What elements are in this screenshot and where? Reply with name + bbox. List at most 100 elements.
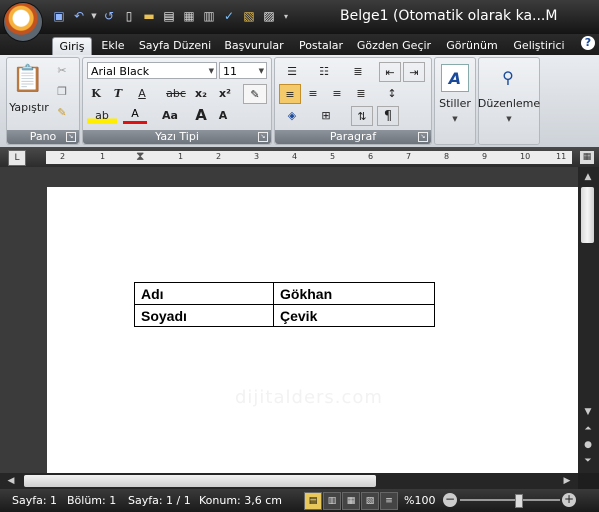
copy-icon[interactable]: ❐ (53, 82, 71, 100)
zoom-out-icon[interactable]: − (443, 493, 457, 507)
open-icon[interactable]: ▬ (140, 7, 158, 25)
styles-group[interactable]: A Stiller ▼ (434, 57, 476, 145)
increase-indent-icon[interactable]: ⇥ (403, 62, 425, 82)
font-name-combo[interactable]: Arial Black ▼ (87, 62, 217, 79)
paragraph-launcher-icon[interactable]: ↘ (418, 132, 428, 142)
new-doc-icon[interactable]: ▯ (120, 7, 138, 25)
quick-print-icon[interactable]: ▥ (200, 7, 218, 25)
horizontal-scrollbar[interactable]: ◀ ▶ (0, 473, 578, 489)
scroll-left-icon[interactable]: ◀ (4, 474, 18, 488)
window-title: Belge1 (Otomatik olarak ka...M (340, 8, 558, 24)
tab-gozden-gecir[interactable]: Gözden Geçir (355, 37, 433, 55)
subscript-button[interactable]: x₂ (191, 84, 211, 102)
sort-icon[interactable]: ⇅ (351, 106, 373, 126)
highlight-icon[interactable]: ab (87, 106, 117, 124)
font-launcher-icon[interactable]: ↘ (258, 132, 268, 142)
decrease-indent-icon[interactable]: ⇤ (379, 62, 401, 82)
tab-selector-button[interactable]: L (8, 150, 26, 166)
scroll-up-icon[interactable]: ▲ (581, 170, 595, 184)
status-section[interactable]: Bölüm: 1 (67, 494, 116, 507)
status-position[interactable]: Konum: 3,6 cm (199, 494, 282, 507)
grow-font-button[interactable]: A (191, 106, 211, 124)
status-page[interactable]: Sayfa: 1 (12, 494, 57, 507)
save-icon[interactable]: ▣ (50, 7, 68, 25)
customize-icon[interactable]: ▾ (280, 7, 292, 25)
change-case-button[interactable]: Aa (155, 106, 185, 124)
status-page-count[interactable]: Sayfa: 1 / 1 (128, 494, 191, 507)
tab-gorunum[interactable]: Görünüm (442, 37, 502, 55)
tab-basvurular[interactable]: Başvurular (222, 37, 286, 55)
align-left-icon[interactable]: ≡ (279, 84, 301, 104)
superscript-button[interactable]: x² (215, 84, 235, 102)
print-preview-icon[interactable]: ▤ (160, 7, 178, 25)
shading-icon[interactable]: ◈ (279, 106, 305, 124)
multilevel-list-icon[interactable]: ≣ (345, 62, 371, 80)
scroll-down-icon[interactable]: ▼ (581, 405, 595, 419)
web-layout-icon[interactable]: ▦ (342, 492, 360, 510)
binoculars-icon[interactable]: ⚲ (495, 64, 521, 90)
tab-ekle[interactable]: Ekle (96, 37, 130, 55)
align-right-icon[interactable]: ≡ (327, 84, 347, 102)
document-page[interactable]: Adı Gökhan Soyadı Çevik dijitalders.com (47, 187, 578, 473)
styles-icon[interactable]: A (441, 64, 469, 92)
view-ruler-icon[interactable]: ▦ (580, 151, 594, 164)
editing-group[interactable]: ⚲ Düzenleme ▼ (478, 57, 540, 145)
office-button[interactable] (4, 3, 42, 41)
strikethrough-button[interactable]: abc (165, 84, 187, 102)
tab-gelistirici[interactable]: Geliştirici (511, 37, 567, 55)
horizontal-ruler[interactable]: 2 1 ⧗ 1 2 3 4 5 6 7 8 9 10 11 (46, 149, 572, 164)
table-cell[interactable]: Gökhan (273, 282, 435, 305)
clipboard-launcher-icon[interactable]: ↘ (66, 132, 76, 142)
undo-dropdown-icon[interactable]: ▼ (90, 7, 98, 25)
show-formatting-button[interactable]: ¶ (377, 106, 399, 126)
bullets-icon[interactable]: ☰ (279, 62, 305, 80)
paste-qat-icon[interactable]: ▧ (240, 7, 258, 25)
previous-page-icon[interactable]: ⏶ (581, 422, 595, 436)
zoom-in-icon[interactable]: + (562, 493, 576, 507)
italic-button[interactable]: T (109, 84, 127, 102)
format-icon[interactable]: ▨ (260, 7, 278, 25)
undo-icon[interactable]: ↶ (70, 7, 88, 25)
align-center-icon[interactable]: ≡ (303, 84, 323, 102)
draft-view-icon[interactable]: ≡ (380, 492, 398, 510)
zoom-level[interactable]: %100 (404, 494, 435, 507)
zoom-slider-track[interactable] (460, 494, 560, 508)
paste-button-label[interactable]: Yapıştır (9, 98, 49, 116)
table-cell[interactable]: Adı (134, 282, 274, 305)
spelling-icon[interactable]: ✓ (220, 7, 238, 25)
horizontal-scroll-thumb[interactable] (24, 475, 376, 487)
tab-sayfa-duzeni[interactable]: Sayfa Düzeni (138, 37, 212, 55)
font-size-combo[interactable]: 11 ▼ (219, 62, 267, 79)
borders-icon[interactable]: ⊞ (311, 106, 341, 124)
table-cell[interactable]: Çevik (273, 304, 435, 327)
full-screen-reading-icon[interactable]: ▥ (323, 492, 341, 510)
underline-button[interactable]: A (131, 84, 153, 102)
scroll-right-icon[interactable]: ▶ (560, 474, 574, 488)
bold-button[interactable]: K (87, 84, 105, 102)
outline-view-icon[interactable]: ▧ (361, 492, 379, 510)
indent-marker-icon[interactable]: ⧗ (136, 149, 144, 164)
numbering-icon[interactable]: ☷ (311, 62, 337, 80)
table-cell[interactable]: Soyadı (134, 304, 274, 327)
font-color-icon[interactable]: A (123, 106, 147, 124)
shrink-font-button[interactable]: A (213, 106, 233, 124)
document-table: Adı Gökhan Soyadı Çevik (134, 282, 435, 327)
cut-icon[interactable]: ✂ (53, 61, 71, 79)
format-painter-icon[interactable]: ✎ (53, 103, 71, 121)
next-page-icon[interactable]: ⏷ (581, 454, 595, 468)
tab-giris[interactable]: Giriş (52, 37, 92, 56)
justify-icon[interactable]: ≣ (351, 84, 371, 102)
ruler-number: 5 (330, 152, 336, 161)
print-icon[interactable]: ▦ (180, 7, 198, 25)
vertical-scrollbar[interactable]: ▲ ▼ ⏶ ● ⏷ (578, 167, 599, 473)
help-icon[interactable]: ? (581, 36, 595, 50)
tab-postalar[interactable]: Postalar (295, 37, 347, 55)
vertical-scroll-thumb[interactable] (581, 187, 594, 243)
browse-object-icon[interactable]: ● (581, 438, 595, 452)
line-spacing-icon[interactable]: ↕ (379, 84, 405, 102)
paste-icon[interactable]: 📋 (11, 60, 45, 98)
zoom-slider-thumb[interactable] (515, 494, 524, 508)
redo-icon[interactable]: ↺ (100, 7, 118, 25)
clear-formatting-icon[interactable]: ✎ (243, 84, 267, 104)
print-layout-view-icon[interactable]: ▤ (304, 492, 322, 510)
